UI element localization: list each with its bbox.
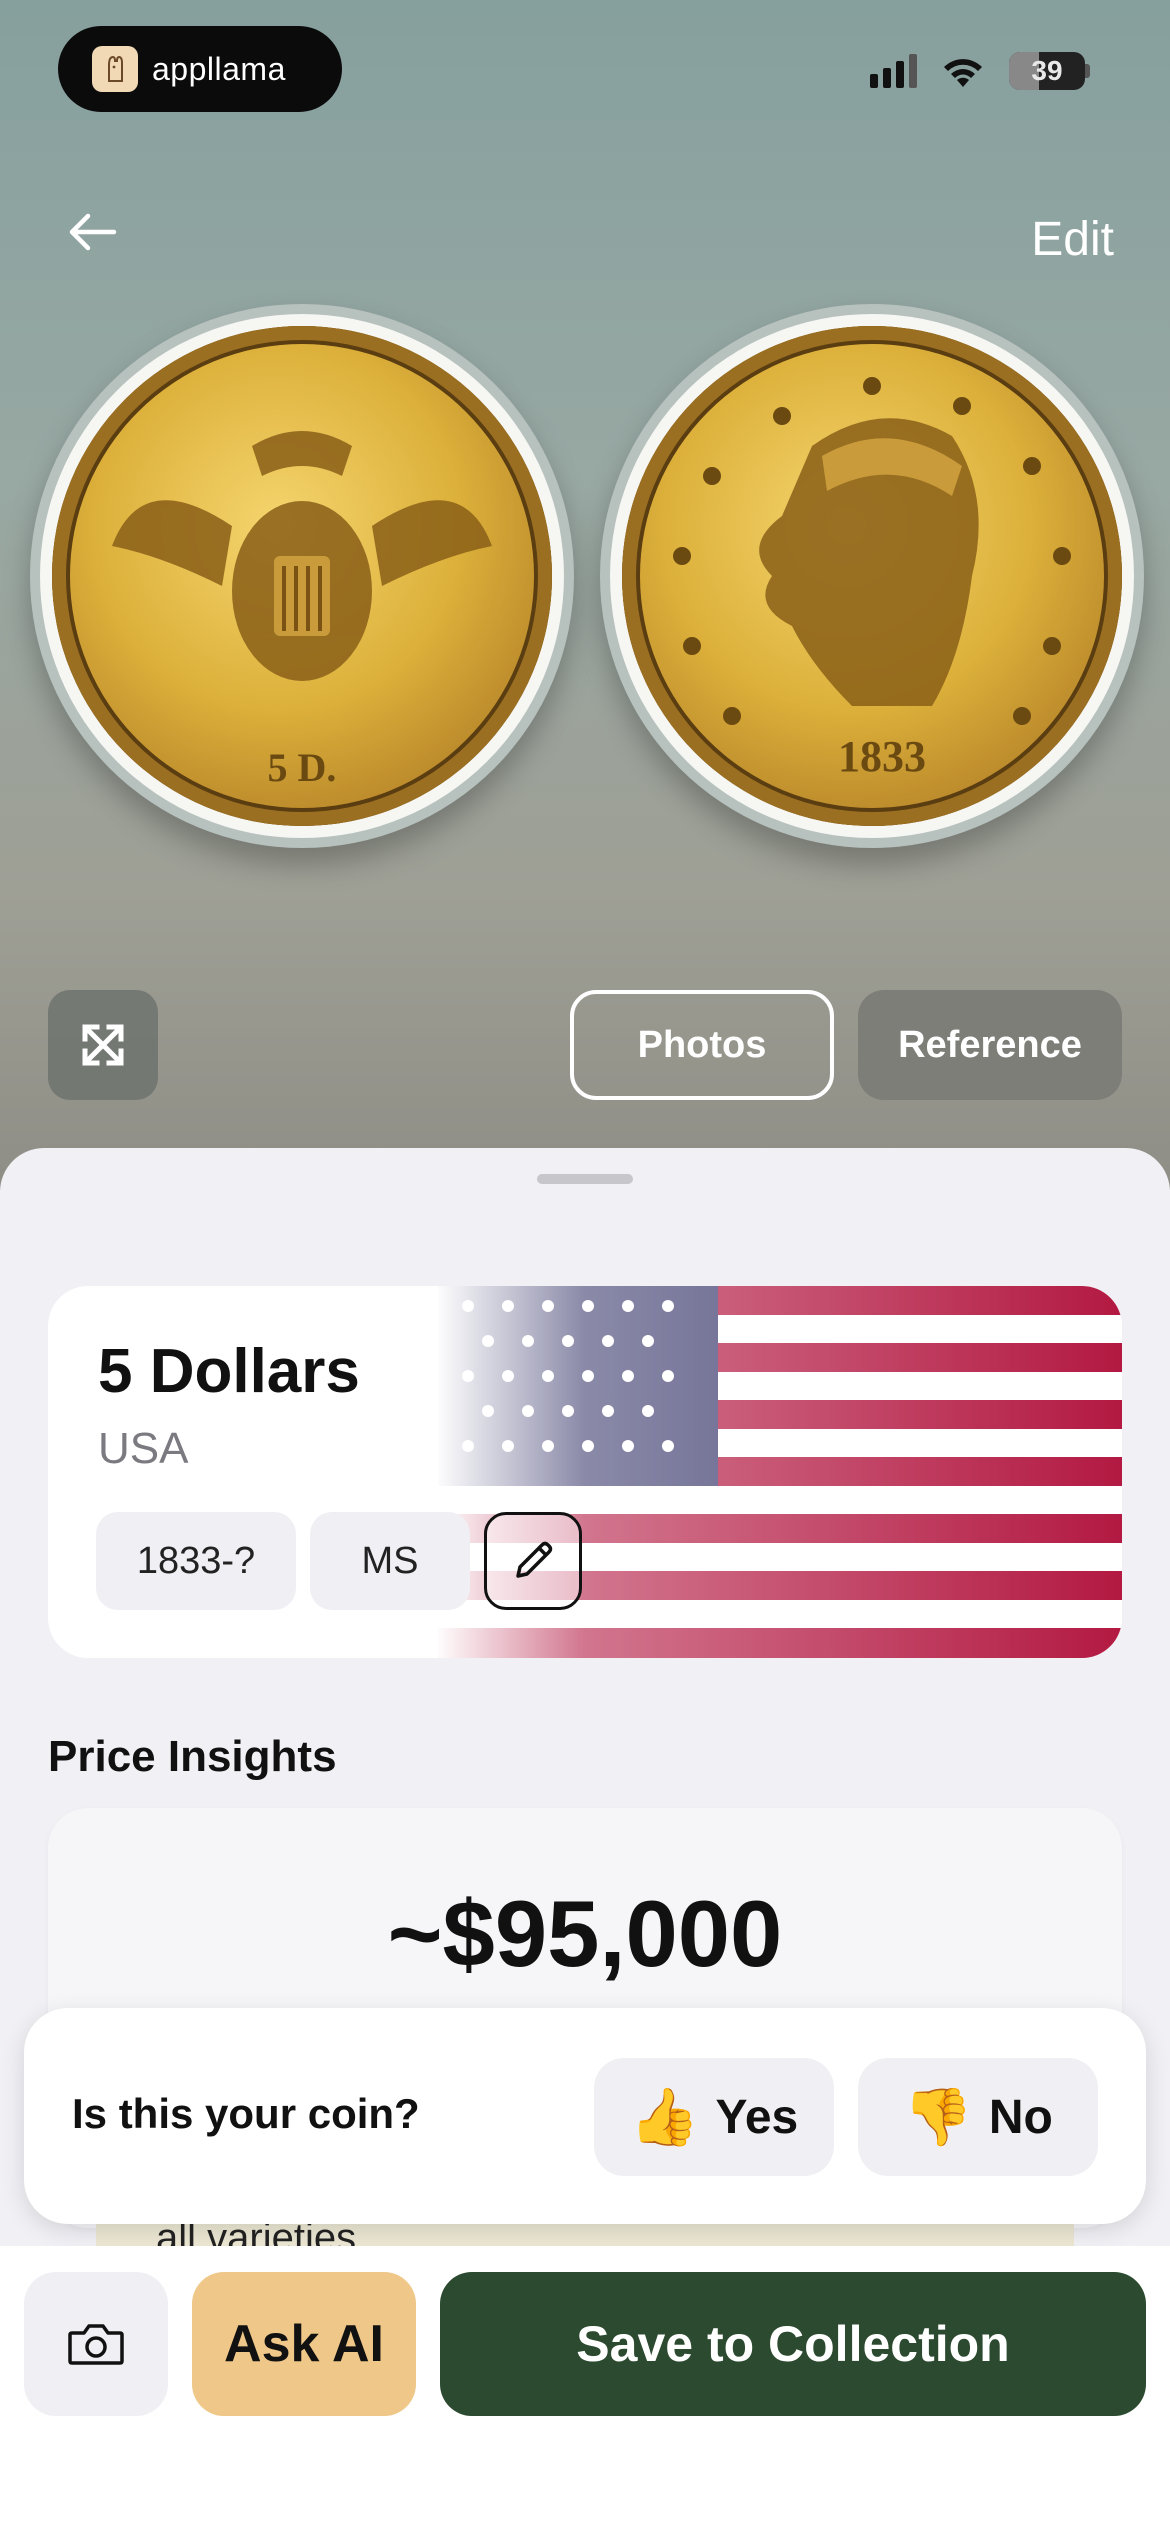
expand-arrows-icon — [82, 1024, 124, 1066]
expand-button[interactable] — [48, 990, 158, 1100]
estimated-price: ~$95,000 — [387, 1881, 783, 1986]
coin-obverse-photo[interactable]: 1833 — [600, 304, 1144, 848]
coin-confirmation-card: Is this your coin? 👍 Yes 👎 No — [24, 2008, 1146, 2224]
yes-button[interactable]: 👍 Yes — [594, 2058, 834, 2176]
coin-title: 5 Dollars — [98, 1337, 360, 1406]
status-indicators: 39 — [870, 52, 1090, 90]
back-button[interactable] — [60, 200, 124, 264]
yes-label: Yes — [715, 2090, 799, 2144]
llama-logo-icon — [92, 46, 138, 92]
sheet-grabber[interactable] — [537, 1174, 633, 1184]
year-chip[interactable]: 1833-? — [96, 1512, 296, 1610]
reference-tab[interactable]: Reference — [858, 990, 1122, 1100]
battery-icon: 39 — [1009, 52, 1085, 90]
obverse-date-text: 1833 — [838, 732, 926, 781]
reverse-denomination-text: 5 D. — [268, 745, 337, 790]
arrow-left-icon — [69, 213, 117, 251]
grade-chip[interactable]: MS — [310, 1512, 470, 1610]
cellular-signal-icon — [870, 54, 917, 88]
coin-summary-card: 5 Dollars USA 1833-? MS — [48, 1286, 1122, 1658]
camera-button[interactable] — [24, 2272, 168, 2416]
edit-attributes-button[interactable] — [484, 1512, 582, 1610]
wifi-icon — [944, 59, 982, 87]
thumbs-up-icon: 👍 — [629, 2085, 700, 2150]
photos-tab[interactable]: Photos — [570, 990, 834, 1100]
confirmation-question: Is this your coin? — [72, 2090, 420, 2137]
thumbs-down-icon: 👎 — [903, 2085, 973, 2150]
coin-country: USA — [98, 1424, 189, 1473]
coin-obverse-image: 1833 — [622, 326, 1122, 826]
save-to-collection-button[interactable]: Save to Collection — [440, 2272, 1146, 2416]
coin-reverse-photo[interactable]: 5 D. — [30, 304, 574, 848]
ask-ai-button[interactable]: Ask AI — [192, 2272, 416, 2416]
camera-icon — [68, 2324, 124, 2365]
edit-button[interactable]: Edit — [1031, 212, 1114, 267]
coin-reverse-image: 5 D. — [52, 326, 552, 826]
app-badge: appllama — [58, 26, 342, 112]
no-button[interactable]: 👎 No — [858, 2058, 1098, 2176]
app-badge-label: appllama — [152, 50, 286, 87]
battery-level: 39 — [1031, 55, 1063, 86]
pencil-icon — [516, 1541, 553, 1578]
price-insights-title: Price Insights — [48, 1732, 337, 1781]
no-label: No — [988, 2090, 1053, 2144]
